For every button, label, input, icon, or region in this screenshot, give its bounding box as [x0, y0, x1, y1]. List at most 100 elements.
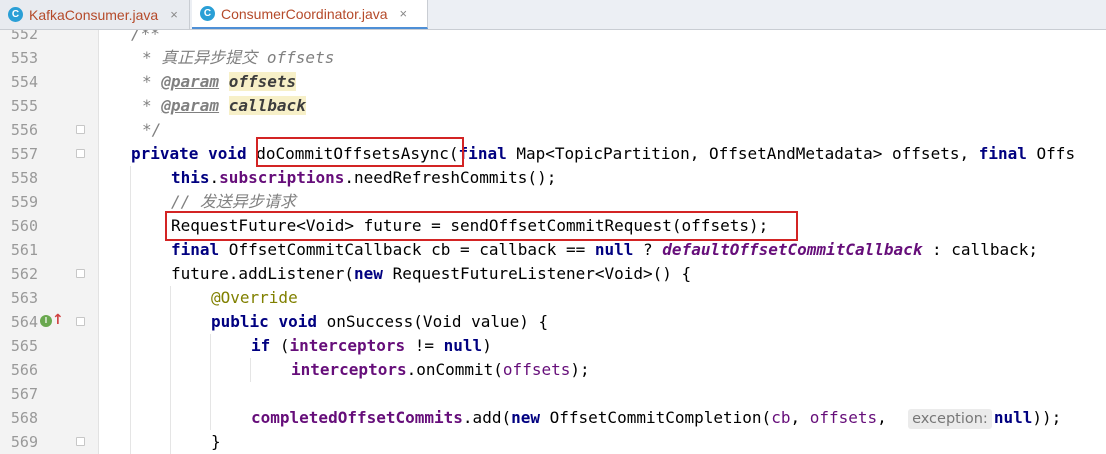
- line-number: 569: [10, 433, 38, 451]
- parameter-hint: exception:: [908, 409, 992, 429]
- fold-marker[interactable]: [76, 269, 85, 278]
- code-text: interceptors.onCommit(offsets);: [291, 358, 590, 382]
- tab-label: KafkaConsumer.java: [29, 6, 159, 23]
- close-icon[interactable]: ×: [170, 7, 178, 22]
- field-ref: interceptors: [291, 360, 407, 379]
- keyword: if: [251, 336, 271, 355]
- code-fragment: Offs: [1026, 144, 1076, 163]
- line-number: 565: [10, 337, 38, 355]
- code-fragment: ?: [633, 240, 663, 259]
- code-fragment: ,: [790, 408, 810, 427]
- annotation: @Override: [211, 288, 298, 307]
- code-line: 561 final OffsetCommitCallback cb = call…: [0, 238, 1106, 262]
- keyword: private: [131, 144, 199, 163]
- line-number: 563: [10, 289, 38, 307]
- code-line: 567: [0, 382, 1106, 406]
- code-line: 555 * @param callback: [0, 94, 1106, 118]
- line-number: 559: [10, 193, 38, 211]
- code-fragment: ): [482, 336, 492, 355]
- javadoc-param: offsets: [228, 72, 297, 91]
- javadoc-param: callback: [228, 96, 306, 115]
- line-number: 561: [10, 241, 38, 259]
- field-ref: subscriptions: [219, 168, 345, 187]
- code-fragment: .onCommit(: [406, 360, 503, 379]
- highlight-box-method: [256, 137, 464, 167]
- code-fragment: !=: [405, 336, 444, 355]
- code-line: 568 completedOffsetCommits.add(new Offse…: [0, 406, 1106, 430]
- line-number: 557: [10, 145, 38, 163]
- code-line: 569 }: [0, 430, 1106, 454]
- captured-var: cb: [771, 408, 791, 427]
- line-number: 555: [10, 97, 38, 115]
- code-line: 553 * 真正异步提交 offsets: [0, 46, 1106, 70]
- code-text: future.addListener(new RequestFutureList…: [171, 262, 691, 286]
- line-number: 564: [10, 313, 38, 331]
- field-ref: defaultOffsetCommitCallback: [662, 240, 923, 259]
- code-fragment: ));: [1032, 408, 1062, 427]
- line-number: 558: [10, 169, 38, 187]
- comment-text: */: [142, 120, 162, 139]
- comment-body: 真正异步提交 offsets: [161, 48, 335, 67]
- line-number: 567: [10, 385, 38, 403]
- line-number: 556: [10, 121, 38, 139]
- line-number: 568: [10, 409, 38, 427]
- comment-prefix: *: [142, 72, 162, 91]
- code-fragment: RequestFutureListener<Void>() {: [382, 264, 692, 283]
- keyword: new: [511, 408, 540, 427]
- class-icon: C: [200, 6, 215, 21]
- fold-marker[interactable]: [76, 149, 85, 158]
- code-fragment: .needRefreshCommits();: [344, 168, 557, 187]
- code-fragment: ,: [877, 408, 907, 427]
- keyword: new: [354, 264, 383, 283]
- code-text: completedOffsetCommits.add(new OffsetCom…: [251, 406, 1061, 430]
- code-line: 563 @Override: [0, 286, 1106, 310]
- field-ref: completedOffsetCommits: [251, 408, 463, 427]
- captured-var: offsets: [502, 360, 571, 379]
- code-line: 564 I ↑ public void onSuccess(Void value…: [0, 310, 1106, 334]
- editor-tab-bar-front: C KafkaConsumer.java × C ConsumerCoordin…: [0, 0, 1106, 30]
- fold-marker[interactable]: [76, 125, 85, 134]
- code-line: 558 this.subscriptions.needRefreshCommit…: [0, 166, 1106, 190]
- code-fragment: Map<TopicPartition, OffsetAndMetadata> o…: [506, 144, 979, 163]
- keyword: public: [211, 312, 269, 331]
- line-number: 553: [10, 49, 38, 67]
- code-fragment: onSuccess(Void value) {: [316, 312, 549, 331]
- implements-method-icon[interactable]: I: [40, 315, 52, 327]
- tab-kafkaconsumer-front[interactable]: C KafkaConsumer.java ×: [0, 0, 190, 29]
- keyword: void: [208, 144, 247, 163]
- javadoc-tag: @param: [161, 72, 220, 91]
- code-text: public void onSuccess(Void value) {: [211, 310, 548, 334]
- code-text: }: [211, 432, 221, 451]
- keyword: null: [443, 336, 483, 355]
- code-line: 557 private void doCommitOffsetsAsync(fi…: [0, 142, 1106, 166]
- comment-text: * 真正异步提交 offsets: [142, 46, 334, 70]
- code-line: 566 interceptors.onCommit(offsets);: [0, 358, 1106, 382]
- keyword: final: [458, 144, 507, 163]
- keyword: this: [171, 168, 210, 187]
- highlight-box-request: [165, 211, 798, 241]
- comment-text: * @param callback: [142, 94, 306, 118]
- comment-prefix: *: [142, 48, 162, 67]
- tab-consumercoordinator-front[interactable]: C ConsumerCoordinator.java ×: [192, 0, 428, 29]
- comment-prefix: *: [142, 96, 162, 115]
- keyword: final: [978, 144, 1027, 163]
- arrow-up-icon[interactable]: ↑: [52, 312, 64, 328]
- keyword: void: [278, 312, 317, 331]
- javadoc-tag: @param: [161, 96, 220, 115]
- code-line: 562 future.addListener(new RequestFuture…: [0, 262, 1106, 286]
- code-text: this.subscriptions.needRefreshCommits();: [171, 166, 556, 190]
- close-icon[interactable]: ×: [400, 6, 408, 21]
- code-text: final OffsetCommitCallback cb = callback…: [171, 238, 1038, 262]
- line-number: 554: [10, 73, 38, 91]
- comment-text: * @param offsets: [142, 70, 297, 94]
- captured-var: offsets: [809, 408, 878, 427]
- fold-marker[interactable]: [76, 317, 85, 326]
- code-line: 556 */: [0, 118, 1106, 142]
- code-fragment: OffsetCommitCallback cb = callback ==: [219, 240, 595, 259]
- code-fragment: future.addListener(: [171, 264, 355, 283]
- tab-label: ConsumerCoordinator.java: [221, 5, 388, 22]
- class-icon: C: [8, 7, 23, 22]
- code-fragment: .add(: [462, 408, 512, 427]
- code-line: 554 * @param offsets: [0, 70, 1106, 94]
- fold-marker[interactable]: [76, 437, 85, 446]
